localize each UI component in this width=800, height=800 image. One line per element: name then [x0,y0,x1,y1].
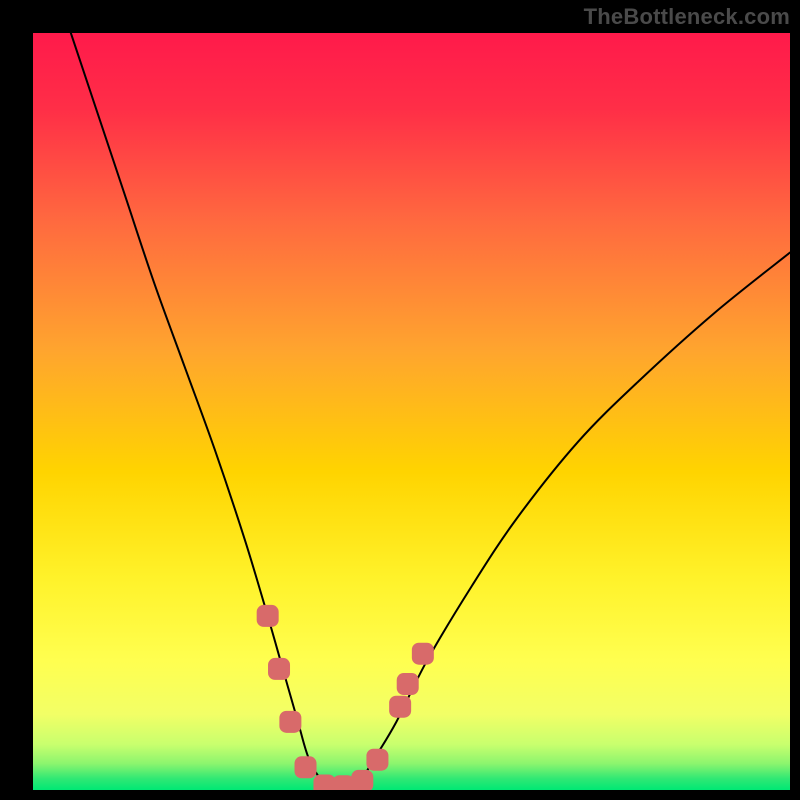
marker-point [257,605,279,627]
chart-frame: TheBottleneck.com [0,0,800,800]
plot-svg [33,33,790,790]
marker-point [389,696,411,718]
marker-point [366,749,388,771]
marker-point [412,643,434,665]
marker-point [268,658,290,680]
marker-point [351,770,373,790]
marker-point [295,756,317,778]
marker-point [313,774,335,790]
marker-point [397,673,419,695]
watermark-label: TheBottleneck.com [584,4,790,30]
marker-point [332,775,354,790]
marker-point [279,711,301,733]
plot-area [33,33,790,790]
